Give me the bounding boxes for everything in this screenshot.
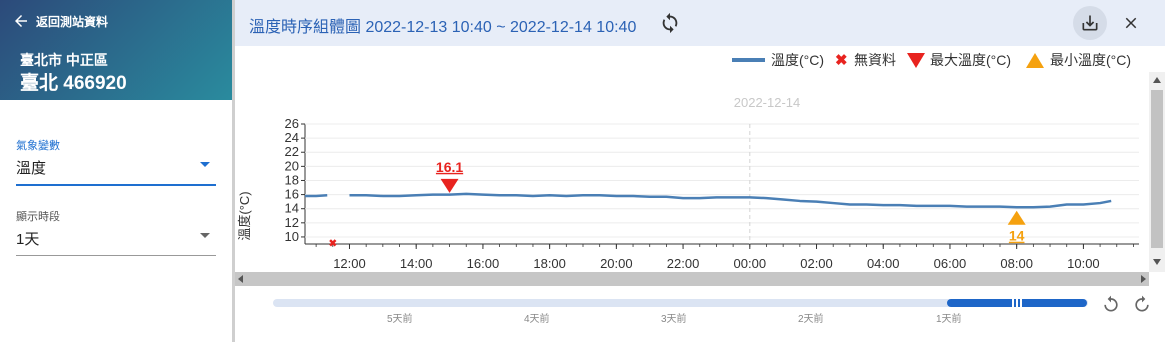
legend: 溫度(°C) ✖ 無資料 最大溫度(°C) 最小溫度(°C) (732, 52, 1131, 69)
close-icon (1125, 17, 1137, 29)
y-tick-label: 18 (285, 172, 299, 187)
y-tick-label: 12 (285, 215, 299, 230)
x-tick-label: 20:00 (600, 256, 633, 271)
missing-data-marker: ✖ (329, 239, 337, 250)
legend-min-label: 最小溫度(°C) (1050, 52, 1131, 68)
legend-missing-label: 無資料 (854, 52, 896, 68)
download-icon (1082, 15, 1098, 31)
variable-value: 溫度 (16, 160, 47, 177)
refresh-icon[interactable] (659, 12, 681, 34)
y-tick-label: 14 (285, 201, 299, 216)
x-tick-label: 12:00 (333, 256, 366, 271)
x-tick-label: 04:00 (867, 256, 900, 271)
scroll-right-arrow-icon[interactable] (1139, 275, 1147, 283)
max-temperature-label: 16.1 (436, 159, 463, 175)
x-tick-label: 02:00 (800, 256, 833, 271)
scroll-down-arrow-icon[interactable] (1153, 258, 1161, 266)
x-tick-label: 14:00 (400, 256, 433, 271)
y-tick-label: 10 (285, 229, 299, 244)
y-axis-label: 溫度(°C) (237, 191, 252, 240)
back-label: 返回測站資料 (36, 14, 109, 29)
range-label-4d: 4天前 (524, 314, 550, 325)
download-button[interactable] (1073, 6, 1107, 40)
range-label-5d: 5天前 (387, 314, 413, 325)
vertical-scroll-thumb[interactable] (1151, 90, 1163, 248)
variable-underline (16, 184, 216, 186)
station-name: 臺北 466920 (20, 73, 127, 94)
min-temperature-marker (1007, 210, 1026, 225)
x-tick-label: 22:00 (667, 256, 700, 271)
vertical-scrollbar[interactable] (1149, 72, 1165, 272)
temperature-series-line (305, 194, 328, 198)
station-area: 臺北市 中正區 (20, 52, 108, 68)
range-label-2d: 2天前 (798, 314, 824, 325)
legend-max-icon (907, 53, 925, 68)
date-marker-label: 2022-12-14 (734, 95, 801, 110)
scroll-up-arrow-icon[interactable] (1153, 76, 1161, 84)
chart-area: 溫度(°C) ✖ 無資料 最大溫度(°C) 最小溫度(°C) 2022-12-1… (235, 46, 1165, 286)
temperature-series-line (349, 192, 1112, 209)
period-select[interactable]: 顯示時段 1天 (16, 208, 216, 256)
legend-missing-icon: ✖ (835, 52, 848, 69)
period-underline (16, 255, 216, 256)
range-label-3d: 3天前 (661, 314, 687, 325)
chevron-down-icon (200, 233, 210, 238)
x-tick-label: 10:00 (1067, 256, 1100, 271)
period-label: 顯示時段 (16, 211, 60, 223)
sidebar: 返回測站資料 臺北市 中正區 臺北 466920 氣象變數 溫度 顯示時段 1天 (0, 0, 232, 342)
range-label-1d: 1天前 (936, 314, 962, 325)
scroll-left-arrow-icon[interactable] (237, 275, 245, 283)
fast-forward-icon[interactable] (1132, 294, 1152, 314)
variable-label: 氣象變數 (16, 140, 60, 152)
y-tick-label: 24 (285, 130, 299, 145)
y-tick-label: 22 (285, 144, 299, 159)
x-tick-label: 08:00 (1000, 256, 1033, 271)
legend-line-label: 溫度(°C) (771, 52, 824, 68)
legend-max-label: 最大溫度(°C) (930, 52, 1011, 68)
y-tick-label: 26 (285, 116, 299, 131)
chart-header: 溫度時序組體圖 2022-12-13 10:40 ~ 2022-12-14 10… (235, 0, 1165, 46)
y-tick-label: 16 (285, 187, 299, 202)
period-value: 1天 (16, 231, 40, 248)
legend-min-icon (1026, 53, 1044, 68)
range-handle-grip-icon[interactable] (1011, 296, 1023, 310)
x-tick-label: 16:00 (467, 256, 500, 271)
max-temperature-marker (440, 178, 459, 193)
y-tick-label: 20 (285, 158, 299, 173)
time-range-bar: 5天前 4天前 3天前 2天前 1天前 (235, 286, 1165, 342)
x-tick-label: 18:00 (533, 256, 566, 271)
min-temperature-label: 14 (1009, 228, 1025, 244)
chart-title: 溫度時序組體圖 2022-12-13 10:40 ~ 2022-12-14 10… (249, 19, 637, 36)
x-tick-label: 00:00 (734, 256, 767, 271)
variable-select[interactable]: 氣象變數 溫度 (16, 137, 216, 186)
close-button[interactable] (1119, 11, 1143, 35)
rewind-icon[interactable] (1101, 294, 1121, 314)
back-button[interactable]: 返回測站資料 (12, 12, 108, 30)
chevron-down-icon (200, 162, 210, 167)
temperature-chart: 溫度(°C) ✖ 無資料 最大溫度(°C) 最小溫度(°C) 2022-12-1… (237, 52, 1139, 271)
station-header: 返回測站資料 臺北市 中正區 臺北 466920 (0, 0, 232, 100)
arrow-left-icon (15, 15, 27, 27)
horizontal-scrollbar[interactable] (235, 272, 1149, 286)
x-tick-label: 06:00 (934, 256, 967, 271)
